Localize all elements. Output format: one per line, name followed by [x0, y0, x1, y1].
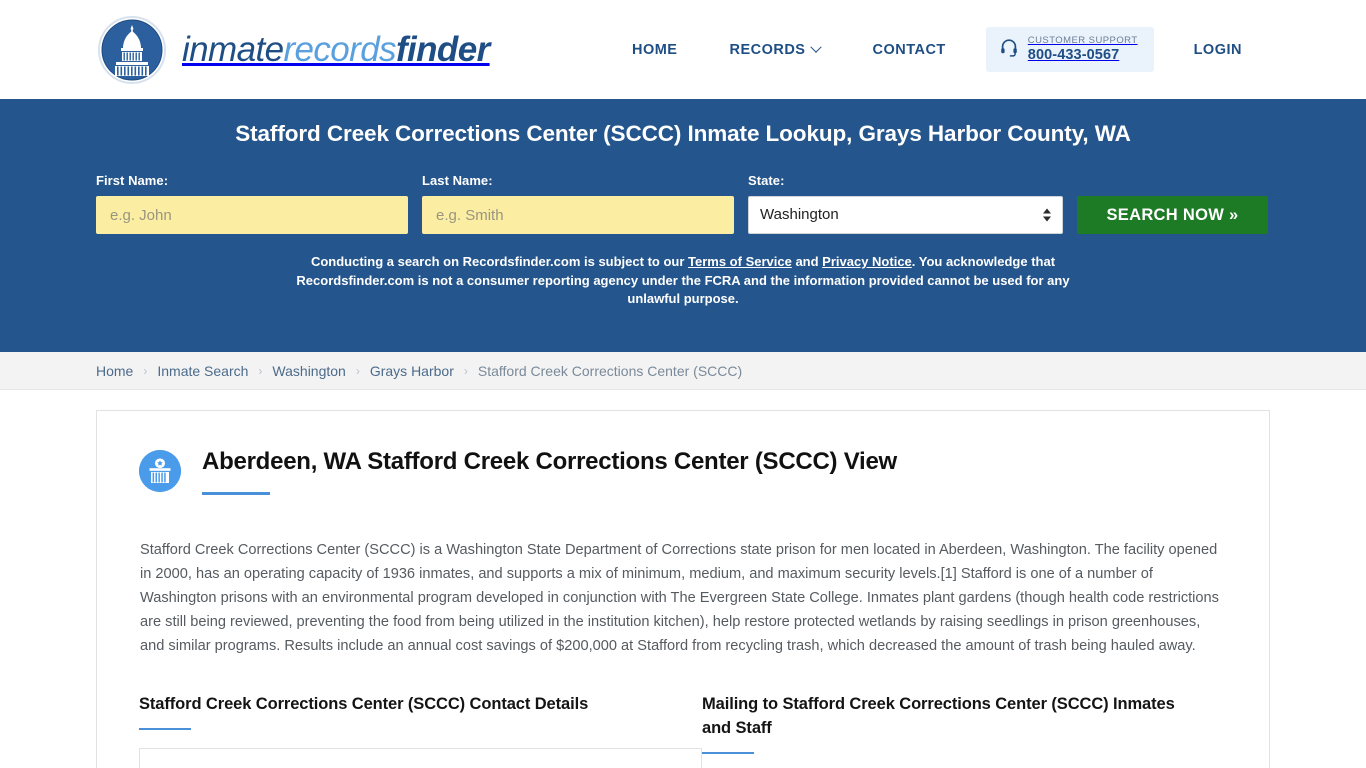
- page-title: Aberdeen, WA Stafford Creek Corrections …: [202, 448, 897, 475]
- inmate-search-form: First Name: Last Name: State: Washington…: [0, 173, 1366, 234]
- breadcrumb-item-washington[interactable]: Washington: [272, 363, 345, 379]
- nav-item-login-label: LOGIN: [1193, 41, 1242, 58]
- last-name-field-group: Last Name:: [422, 173, 735, 234]
- contact-details-heading: Stafford Creek Corrections Center (SCCC)…: [139, 694, 589, 713]
- title-accent-bar: [202, 492, 270, 495]
- disclaimer-text-1: Conducting a search on Recordsfinder.com…: [310, 254, 689, 269]
- nav-item-contact-label: CONTACT: [872, 41, 946, 58]
- first-name-input[interactable]: [96, 196, 409, 234]
- first-name-field-group: First Name:: [96, 173, 409, 234]
- state-select-value: Washington: [748, 196, 1063, 234]
- last-name-input[interactable]: [422, 196, 735, 234]
- facility-description: Stafford Creek Corrections Center (SCCC)…: [140, 541, 1219, 654]
- first-name-label: First Name:: [96, 173, 169, 188]
- contact-heading-accent-bar: [139, 727, 191, 730]
- customer-support-label: CUSTOMER SUPPORT: [1027, 34, 1138, 46]
- site-logo[interactable]: inmaterecordsfinder: [96, 14, 490, 86]
- nav-item-contact[interactable]: CONTACT: [846, 42, 971, 58]
- breadcrumb-item-grays-harbor[interactable]: Grays Harbor: [370, 363, 454, 379]
- page-title-row: Aberdeen, WA Stafford Creek Corrections …: [139, 447, 1229, 495]
- customer-support-phone: 800-433-0567: [1027, 46, 1120, 63]
- contact-details-column: Stafford Creek Corrections Center (SCCC)…: [139, 692, 702, 768]
- search-disclaimer: Conducting a search on Recordsfinder.com…: [261, 253, 1106, 309]
- breadcrumb-item-current: Stafford Creek Corrections Center (SCCC): [477, 362, 743, 379]
- mailing-heading: Mailing to Stafford Creek Corrections Ce…: [702, 694, 1175, 737]
- capitol-dome-icon: [96, 14, 168, 86]
- breadcrumb-separator-icon: ›: [355, 363, 360, 378]
- state-select[interactable]: Washington: [748, 196, 1063, 234]
- logo-wordmark: inmaterecordsfinder: [182, 32, 490, 67]
- facility-detail-card: Aberdeen, WA Stafford Creek Corrections …: [96, 410, 1270, 768]
- site-header: inmaterecordsfinder HOME RECORDS CONTACT: [0, 0, 1366, 99]
- last-name-label: Last Name:: [422, 173, 493, 188]
- nav-item-records[interactable]: RECORDS: [703, 41, 846, 58]
- main-navigation: HOME RECORDS CONTACT CUSTOMER SUPPORT 80…: [606, 26, 1268, 73]
- logo-word-inmate: inmate: [182, 30, 284, 69]
- privacy-notice-link[interactable]: Privacy Notice: [822, 254, 912, 269]
- details-columns: Stafford Creek Corrections Center (SCCC)…: [139, 692, 1229, 768]
- terms-of-service-link[interactable]: Terms of Service: [688, 254, 792, 269]
- breadcrumb-separator-icon: ›: [258, 363, 263, 378]
- customer-support-box[interactable]: CUSTOMER SUPPORT 800-433-0567: [985, 26, 1154, 73]
- breadcrumb-item-home[interactable]: Home: [96, 363, 133, 379]
- nav-item-home[interactable]: HOME: [606, 42, 704, 58]
- disclaimer-text-2: and: [791, 254, 823, 269]
- breadcrumb-separator-icon: ›: [463, 363, 468, 378]
- nav-item-records-label: RECORDS: [729, 41, 806, 58]
- nav-item-home-label: HOME: [631, 41, 678, 58]
- search-now-button[interactable]: SEARCH NOW »: [1076, 196, 1268, 234]
- jail-building-icon: [139, 450, 181, 492]
- logo-word-records: records: [283, 30, 396, 69]
- headset-icon: [999, 37, 1019, 62]
- content-area: Aberdeen, WA Stafford Creek Corrections …: [0, 390, 1366, 768]
- mailing-heading-accent-bar: [702, 751, 754, 754]
- hero-search-section: Stafford Creek Corrections Center (SCCC)…: [0, 99, 1366, 352]
- state-label: State:: [748, 173, 785, 188]
- chevron-down-icon: [810, 41, 823, 53]
- breadcrumb: Home › Inmate Search › Washington › Gray…: [0, 352, 1366, 390]
- mailing-column: Mailing to Stafford Creek Corrections Ce…: [702, 692, 1207, 768]
- logo-word-finder: finder: [395, 30, 490, 69]
- breadcrumb-item-inmate-search[interactable]: Inmate Search: [157, 363, 248, 379]
- state-field-group: State: Washington: [748, 173, 1063, 234]
- nav-item-login[interactable]: LOGIN: [1168, 42, 1268, 58]
- breadcrumb-separator-icon: ›: [143, 363, 148, 378]
- hero-title: Stafford Creek Corrections Center (SCCC)…: [235, 121, 1131, 146]
- contact-details-table: [139, 748, 702, 768]
